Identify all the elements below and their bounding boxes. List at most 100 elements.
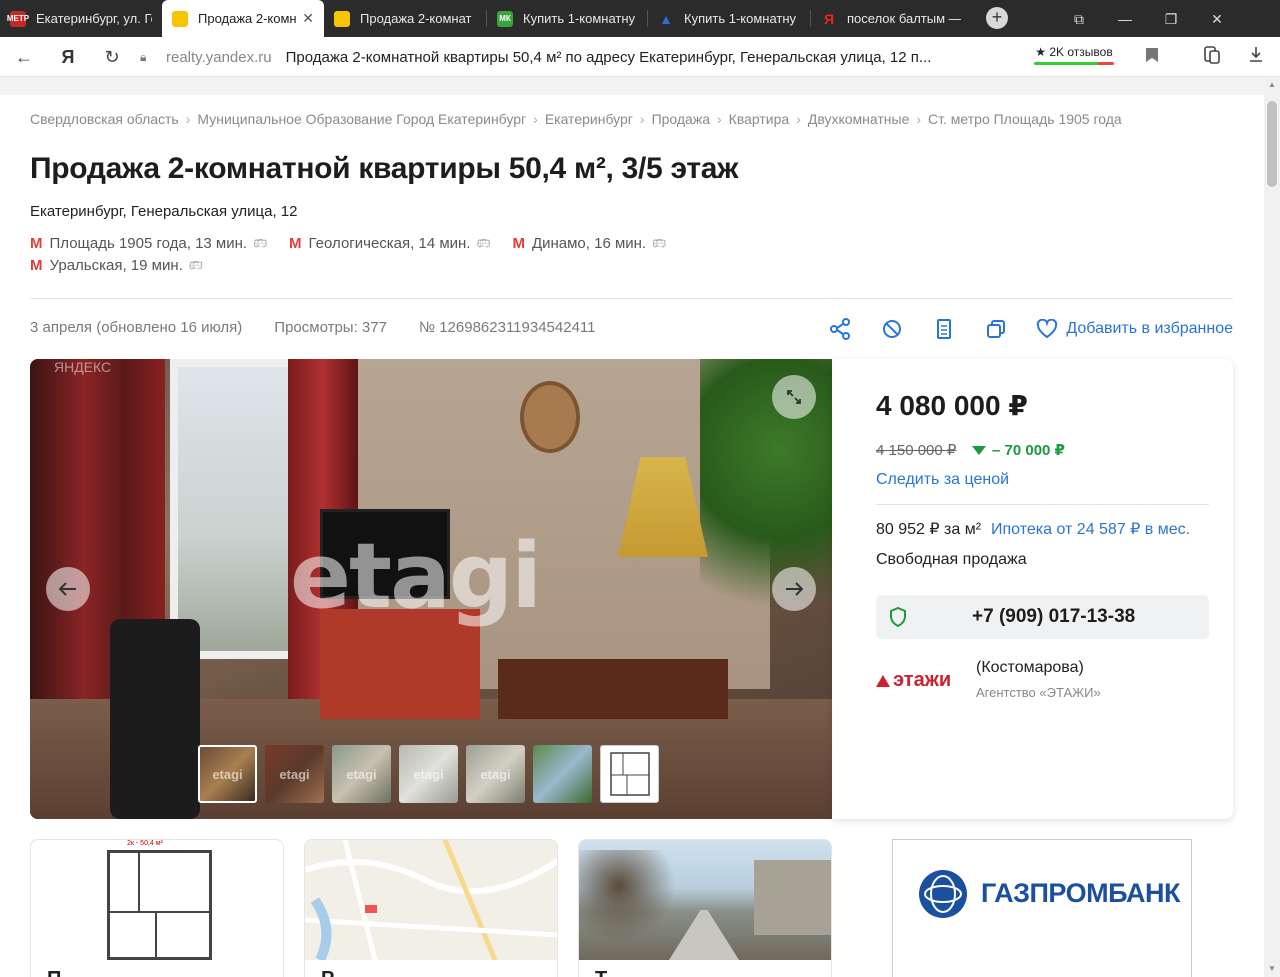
metro-station[interactable]: М Геологическая, 14 мин. 🚌︎ [289,232,490,254]
yandex-favicon-icon: Я [823,10,835,27]
price-card: 4 080 000 ₽ 4 150 000 ₽ – 70 000 ₽ Следи… [832,359,1233,819]
scroll-up-icon[interactable]: ▲ [1264,77,1280,93]
next-photo-button[interactable] [772,567,816,611]
url-field[interactable]: 🔒︎ realty.yandex.ru Продажа 2-комнатной … [140,42,1020,72]
photo-gallery[interactable]: etagi ЯНДЕКС etagi etagi etagi etagi eta… [30,359,832,819]
views-count: Просмотры: 377 [274,319,387,336]
thumbnail-watermark: etagi [480,766,511,782]
browser-tab[interactable]: МК Купить 1-комнатну [487,0,647,37]
new-tab-button[interactable]: + [986,7,1008,29]
listing-address[interactable]: Екатеринбург, Генеральская улица, 12 [30,203,298,220]
extensions-icon[interactable] [1200,45,1224,69]
card-caption: Р [321,968,334,977]
compare-icon[interactable] [984,317,1008,341]
yandex-corner-mark: ЯНДЕКС [54,359,112,375]
lock-icon: 🔒︎ [140,49,147,64]
download-icon[interactable] [1244,45,1268,69]
back-button[interactable]: ← [12,45,36,69]
add-to-favorites-label: Добавить в избранное [1066,320,1233,337]
close-tab-icon[interactable]: ✕ [302,10,314,27]
listing-meta: 3 апреля (обновлено 16 июля) Просмотры: … [30,319,596,336]
scroll-thumb[interactable] [1267,101,1277,187]
plan-title: 2к - 50,4 м² [127,840,163,847]
card-caption: Т [595,968,607,977]
browser-tab[interactable]: ▲ Купить 1-комнатну [648,0,810,37]
triangle-favicon-icon: ▲ [659,10,673,27]
breadcrumb-item[interactable]: Муниципальное Образование Город Екатерин… [197,111,526,127]
bus-icon: 🚌︎ [188,259,203,272]
gazprombank-ad[interactable]: ГАЗПРОМБАНК [892,839,1192,977]
divider [30,298,1233,299]
restore-button[interactable]: ❐ [1160,8,1182,30]
floorplan-card[interactable]: 2к - 50,4 м² П [30,839,284,977]
map-card[interactable]: Р [304,839,558,977]
rating-bar [1034,62,1114,65]
minimize-button[interactable]: — [1114,8,1136,30]
breadcrumb-separator: › [533,111,538,127]
mortgage-link[interactable]: Ипотека от 24 587 ₽ в мес. [991,519,1190,539]
tab-title: поселок балтым — [847,11,961,26]
metro-icon: М [512,234,525,252]
breadcrumb-item[interactable]: Квартира [729,111,790,127]
publish-date: 3 апреля (обновлено 16 июля) [30,319,243,336]
breadcrumb-item[interactable]: Двухкомнатные [808,111,910,127]
close-window-button[interactable]: ✕ [1206,8,1228,30]
document-icon[interactable] [932,317,956,341]
ad-brand: ГАЗПРОМБАНК [981,878,1180,908]
share-icon[interactable] [828,317,852,341]
agency-name[interactable]: Агентство «ЭТАЖИ» [976,685,1101,700]
breadcrumb-item[interactable]: Ст. метро Площадь 1905 года [928,111,1122,127]
metro-station[interactable]: М Площадь 1905 года, 13 мин. 🚌︎ [30,232,267,254]
photo-thumbnail[interactable]: etagi [466,745,525,803]
metro-station[interactable]: М Уральская, 19 мин. 🚌︎ [30,254,203,276]
breadcrumb-item[interactable]: Продажа [652,111,710,127]
yandex-home-button[interactable]: Я [56,45,80,69]
fullscreen-button[interactable] [772,375,816,419]
prev-photo-button[interactable] [46,567,90,611]
watch-price-link[interactable]: Следить за ценой [876,471,1009,489]
bus-icon: 🚌︎ [476,237,491,250]
scroll-down-icon[interactable]: ▼ [1264,961,1280,977]
card-caption: П [47,968,61,977]
tab-title: Купить 1-комнатну [684,11,797,26]
agency-logo[interactable]: этажи [876,669,951,692]
add-to-favorites-button[interactable]: Добавить в избранное [1036,319,1233,339]
phone-button[interactable]: +7 (909) 017-13-38 [876,595,1209,639]
metro-list: М Площадь 1905 года, 13 мин. 🚌︎ М Геолог… [30,232,730,254]
mk-favicon-icon: МК [497,10,513,27]
hide-listing-icon[interactable] [880,317,904,341]
browser-tab-active[interactable]: Продажа 2-комн ✕ [162,0,324,37]
metro-station-label: Уральская, 19 мин. [49,256,183,274]
floorplan-thumbnail[interactable] [600,745,659,803]
breadcrumb-item[interactable]: Свердловская область [30,111,179,127]
browser-tab[interactable]: МЕТР Екатеринбург, ул. Ге [0,0,162,37]
sale-type: Свободная продажа [876,551,1027,568]
photo-thumbnail[interactable]: etagi [332,745,391,803]
photo-table [498,659,728,719]
phone-number: +7 (909) 017-13-38 [972,606,1136,627]
photo-thumbnail[interactable] [533,745,592,803]
price-per-m2: 80 952 ₽ за м² [876,521,982,538]
browser-tab[interactable]: Продажа 2-комнат [324,0,486,37]
agency-logo-text: этажи [893,669,952,691]
tab-title: Купить 1-комнатну [523,11,636,26]
street-view-card[interactable]: Т [578,839,832,977]
metro-station[interactable]: М Динамо, 16 мин. 🚌︎ [512,232,666,254]
bookmark-icon[interactable] [1140,45,1164,69]
collections-icon[interactable]: ⧉ [1068,8,1090,30]
agent-name: (Костомарова) [976,659,1084,676]
page-scrollbar[interactable]: ▲ ▼ [1264,77,1280,977]
breadcrumb-separator: › [185,111,191,127]
browser-tab[interactable]: Я поселок балтым — [811,0,971,37]
breadcrumb-item[interactable]: Екатеринбург [545,111,633,127]
photo-thumbnail[interactable]: etagi [198,745,257,803]
photo-thumbnail[interactable]: etagi [399,745,458,803]
reviews-badge[interactable]: ★ 2K отзывов [1032,43,1116,65]
listing-actions: Добавить в избранное [828,317,1233,341]
divider [876,504,1209,505]
photo-thumbnail[interactable]: etagi [265,745,324,803]
floorplan-image [107,850,212,960]
metro-icon: М [30,234,43,252]
reload-button[interactable]: ↻ [100,45,124,69]
thumbnail-strip: etagi etagi etagi etagi etagi [198,745,659,803]
